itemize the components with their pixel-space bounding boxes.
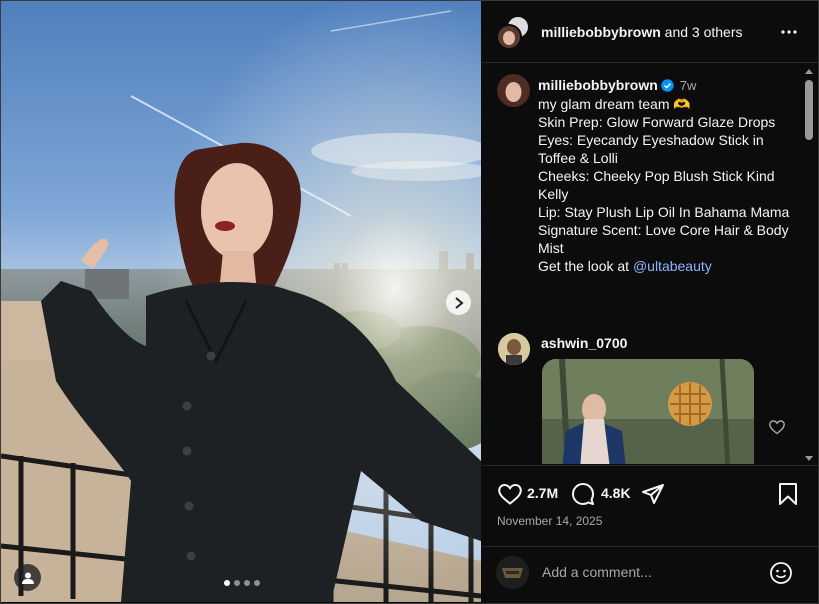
next-slide-button[interactable] <box>446 290 471 315</box>
header-username[interactable]: milliebobbybrown <box>541 24 661 40</box>
add-comment-bar <box>482 546 818 602</box>
share-send-icon[interactable] <box>641 482 665 506</box>
chevron-right-icon <box>454 296 464 309</box>
user-tag-icon <box>21 572 34 584</box>
comment-bubble-icon[interactable] <box>571 482 595 506</box>
collab-usernames[interactable]: milliebobbybrown and 3 others <box>541 24 743 40</box>
more-options-button[interactable] <box>778 23 800 41</box>
comment-input[interactable] <box>542 561 752 583</box>
carousel-dot <box>244 580 250 586</box>
tagged-users-button[interactable] <box>14 564 41 591</box>
likes-count[interactable]: 2.7M <box>527 485 558 501</box>
comments-scroll-area[interactable]: milliebobbybrown 7w my glam dream team 🫶 … <box>482 64 818 464</box>
caption-username[interactable]: milliebobbybrown <box>538 77 658 93</box>
caption-line: Lip: Stay Plush Lip Oil In Bahama Mama <box>538 204 790 220</box>
caption-line: Cheeks: Cheeky Pop Blush Stick Kind Kell… <box>538 168 779 202</box>
scroll-up-arrow-icon[interactable] <box>805 68 813 76</box>
verified-badge-icon <box>661 79 674 92</box>
like-heart-icon[interactable] <box>497 482 523 506</box>
carousel-dot <box>234 580 240 586</box>
caption-line: Skin Prep: Glow Forward Glaze Drops <box>538 114 776 130</box>
caption-line: my glam dream team 🫶 <box>538 96 691 112</box>
caption: milliebobbybrown 7w my glam dream team 🫶 … <box>538 76 800 275</box>
post-date[interactable]: November 14, 2025 <box>497 514 602 528</box>
current-user-avatar <box>496 556 529 589</box>
heart-outline-icon <box>769 420 785 435</box>
caption-line: Eyes: Eyecandy Eyeshadow Stick in Toffee… <box>538 132 768 166</box>
scrollbar-thumb[interactable] <box>805 80 813 140</box>
avatar <box>496 24 522 50</box>
mention-link[interactable]: @ultabeauty <box>633 258 712 274</box>
post-header: milliebobbybrown and 3 others <box>482 1 818 63</box>
carousel-indicator <box>224 580 260 586</box>
carousel-dot <box>254 580 260 586</box>
post-photo <box>1 1 481 602</box>
caption-avatar[interactable] <box>497 74 530 107</box>
caption-cta: Get the look at <box>538 258 633 274</box>
emoji-icon[interactable] <box>769 561 793 585</box>
collab-avatars[interactable] <box>496 15 532 51</box>
comments-scrollbar[interactable] <box>802 64 816 464</box>
post-media[interactable] <box>1 1 481 602</box>
bookmark-save-icon[interactable] <box>778 482 798 506</box>
carousel-dot <box>224 580 230 586</box>
more-horizontal-icon <box>781 30 797 34</box>
caption-timestamp[interactable]: 7w <box>680 78 697 93</box>
comment-gif[interactable] <box>542 359 754 464</box>
post-actions: 2.7M 4.8K November 14, 2025 <box>482 465 818 545</box>
scroll-down-arrow-icon[interactable] <box>805 454 813 462</box>
post-details-panel: milliebobbybrown and 3 others milliebobb… <box>482 1 818 602</box>
comment-avatar[interactable] <box>498 333 530 365</box>
header-others[interactable]: and 3 others <box>665 24 743 40</box>
comments-count[interactable]: 4.8K <box>601 485 631 501</box>
comment-like-button[interactable] <box>768 418 786 436</box>
comment-username[interactable]: ashwin_0700 <box>541 335 627 351</box>
caption-line: Signature Scent: Love Core Hair & Body M… <box>538 222 793 256</box>
